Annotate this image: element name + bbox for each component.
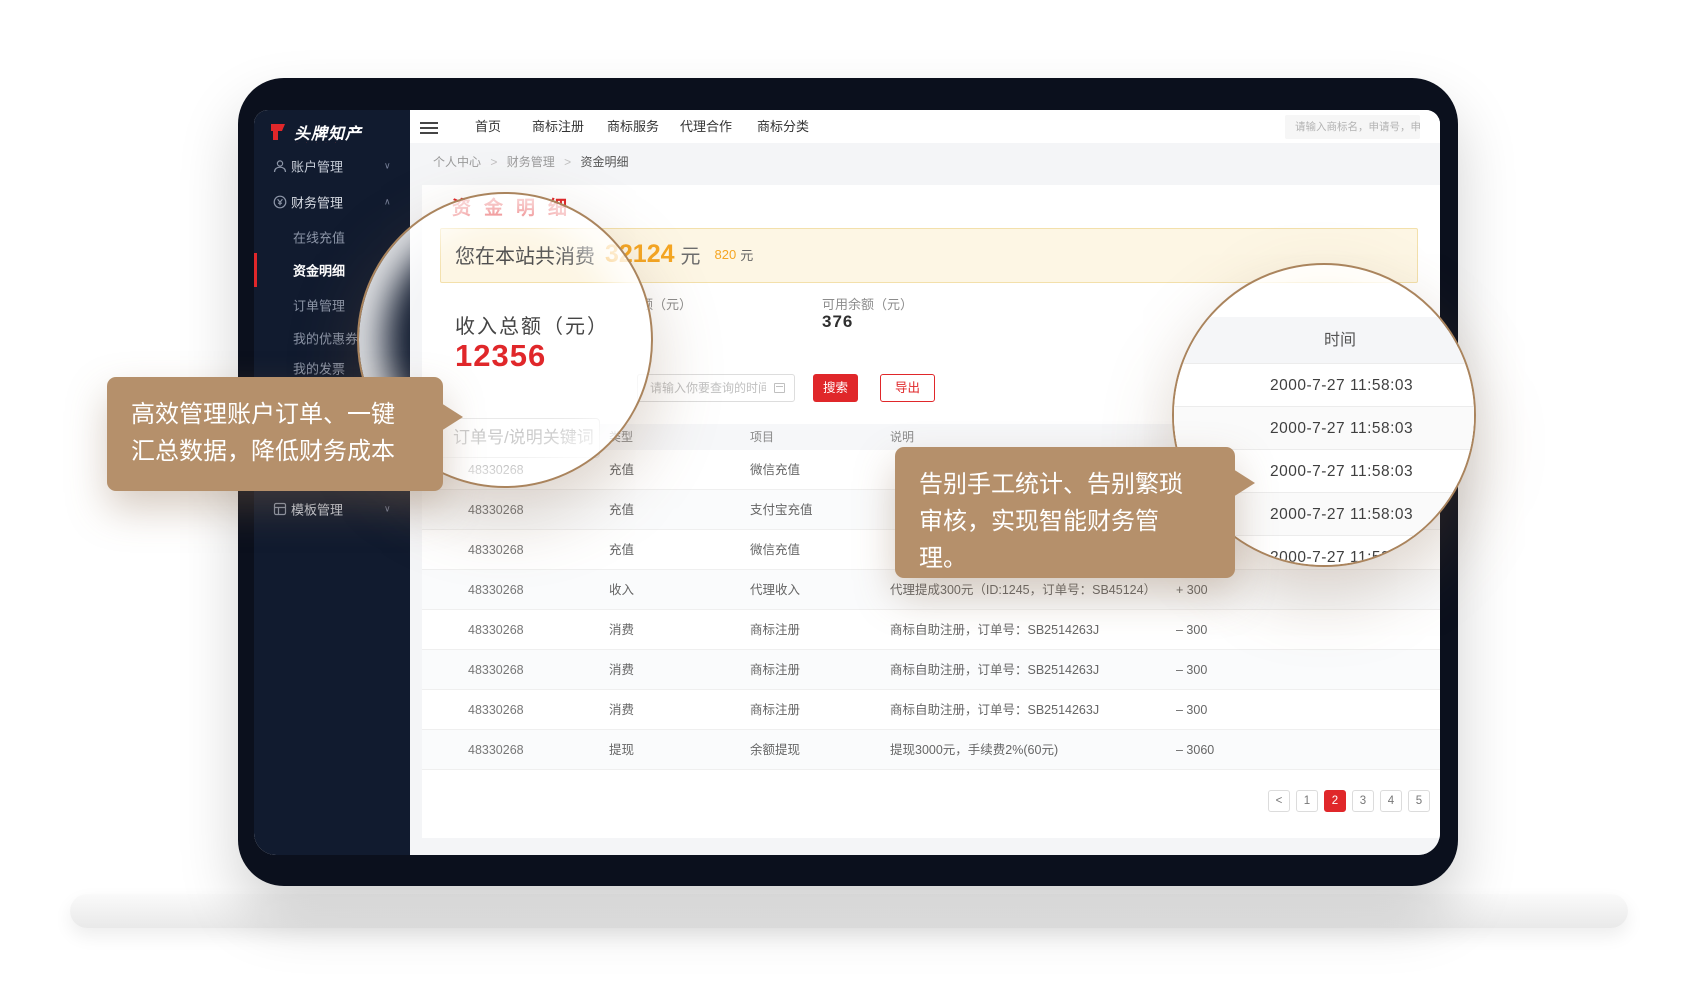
menu-icon[interactable]	[420, 119, 438, 133]
pagination-page-5[interactable]: 5	[1408, 790, 1430, 812]
template-icon	[273, 502, 287, 516]
page-title: 资金明细	[452, 193, 580, 220]
expense-total-label: 支出总额（元）	[646, 294, 694, 312]
sidebar-item-online-recharge[interactable]: 在线充值	[254, 220, 410, 254]
page-canvas: 头牌知产 · · · · · 账户管理 ∨ 财务管理 ∧	[0, 0, 1696, 1002]
available-balance-value: 376	[822, 312, 853, 332]
calendar-icon[interactable]	[774, 383, 785, 393]
income-total-value: 12356	[455, 338, 546, 374]
breadcrumb-finance[interactable]: 财务管理	[507, 155, 555, 169]
sidebar-item-template[interactable]: 模板管理 ∨	[254, 492, 410, 526]
sidebar-item-order-management[interactable]: 订单管理	[254, 288, 410, 322]
top-navbar: 首页 商标注册 商标服务 代理合作 商标分类 请输入商标名，申请号，申请人	[410, 110, 1440, 143]
table-row: 48330268消费商标注册商标自助注册，订单号：SB2514263J– 300…	[422, 650, 1440, 690]
breadcrumb-bar: 个人中心 > 财务管理 > 资金明细	[410, 143, 1440, 182]
pagination: < 1 2 3 4 5	[1268, 790, 1430, 812]
pagination-page-4[interactable]: 4	[1380, 790, 1402, 812]
sidebar-item-label: 我的优惠券	[293, 329, 358, 348]
table-row: 48330268提现余额提现提现3000元，手续费2%(60元)– 3060¥ …	[422, 730, 1440, 770]
sidebar-item-label: 我的发票	[293, 359, 345, 378]
consumption-banner-text: 您在本站共消费 32124 元 820 元	[455, 228, 753, 281]
nav-tab-trademark-register[interactable]: 商标注册	[532, 110, 584, 143]
breadcrumb: 个人中心 > 财务管理 > 资金明细	[433, 143, 628, 182]
sidebar-item-label: 订单管理	[293, 296, 345, 315]
sidebar-item-label: 财务管理	[291, 193, 343, 212]
user-icon	[273, 159, 287, 173]
sort-caret-icon[interactable]: ∨	[613, 424, 619, 450]
available-balance-label: 可用余额（元）	[822, 294, 913, 313]
pagination-page-3[interactable]: 3	[1352, 790, 1374, 812]
breadcrumb-current: 资金明细	[580, 155, 628, 169]
nav-tab-trademark-service[interactable]: 商标服务	[607, 110, 659, 143]
sidebar-item-label: 资金明细	[293, 261, 345, 280]
breadcrumb-personal-center[interactable]: 个人中心	[433, 155, 481, 169]
annotation-tooltip-right: 告别手工统计、告别繁琐 审核，实现智能财务管 理。	[895, 447, 1235, 578]
search-button[interactable]: 搜索	[813, 374, 858, 402]
table-row: 48330268消费商标注册商标自助注册，订单号：SB2514263J– 300…	[422, 690, 1440, 730]
time-search-input[interactable]: 请输入你要查询的时间	[637, 374, 795, 402]
nav-tab-trademark-category[interactable]: 商标分类	[757, 110, 809, 143]
sidebar-item-coupons[interactable]: 我的优惠券	[254, 321, 410, 355]
table-row: 48330268消费商标注册商标自助注册，订单号：SB2514263J– 300…	[422, 610, 1440, 650]
sidebar-item-label: 在线充值	[293, 228, 345, 247]
pagination-page-1[interactable]: 1	[1296, 790, 1318, 812]
consumption-amount-small: 820	[715, 247, 737, 262]
chevron-down-icon: ∨	[384, 161, 391, 172]
logo[interactable]: 头牌知产 · · · · ·	[268, 116, 408, 152]
nav-tab-agency[interactable]: 代理合作	[680, 110, 732, 143]
trademark-search-input[interactable]: 请输入商标名，申请号，申请人	[1285, 115, 1420, 139]
income-total-label: 收入总额（元）	[455, 310, 609, 339]
sidebar-item-funds-detail[interactable]: 资金明细	[254, 253, 410, 287]
chevron-up-icon: ∧	[384, 197, 391, 208]
sidebar-item-label: 账户管理	[291, 157, 343, 176]
consumption-amount: 32124	[605, 240, 675, 269]
export-button[interactable]: 导出	[880, 374, 935, 402]
laptop-base	[70, 894, 1628, 928]
sidebar-item-label: 模板管理	[291, 500, 343, 519]
finance-icon	[273, 195, 287, 209]
sort-caret-icon[interactable]: ∨	[754, 424, 760, 450]
nav-tab-home[interactable]: 首页	[475, 110, 501, 143]
chevron-down-icon: ∨	[384, 504, 391, 515]
logo-icon	[268, 122, 288, 142]
sidebar-item-finance[interactable]: 财务管理 ∧	[254, 185, 410, 219]
pagination-prev[interactable]: <	[1268, 790, 1290, 812]
logo-subtext: · · · · ·	[296, 140, 340, 146]
annotation-tooltip-left: 高效管理账户订单、一键 汇总数据，降低财务成本	[107, 377, 443, 491]
pagination-page-2-active[interactable]: 2	[1324, 790, 1346, 812]
sidebar-item-account[interactable]: 账户管理 ∨	[254, 149, 410, 183]
